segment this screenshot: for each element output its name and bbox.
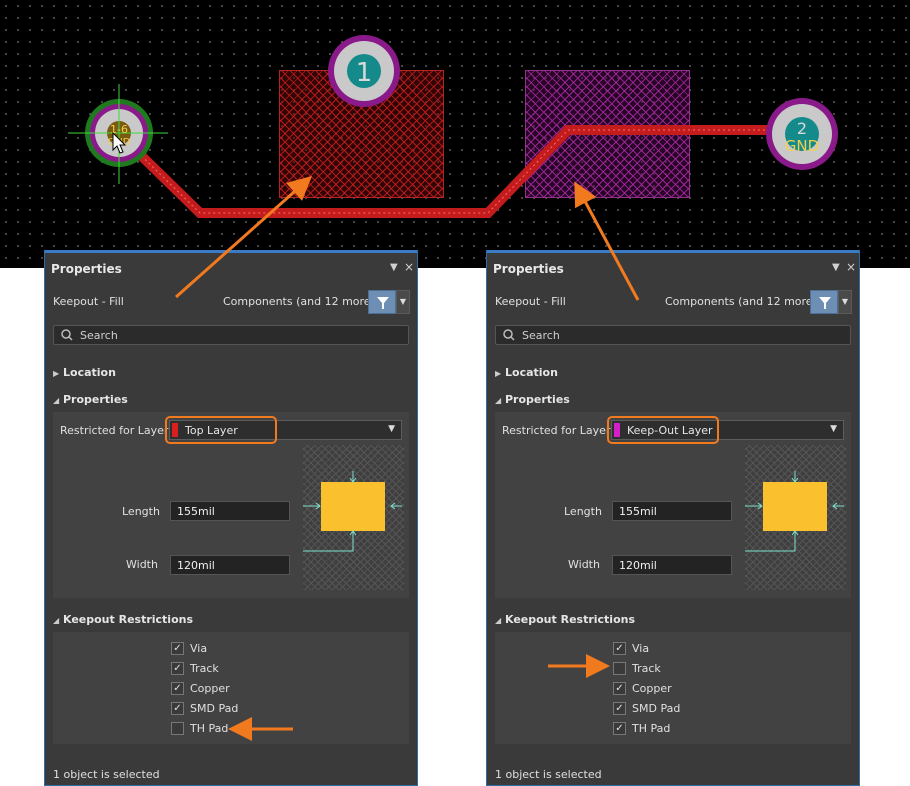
checkbox-th-pad[interactable]: ✓	[613, 722, 626, 735]
checkmark-icon: ✓	[615, 683, 624, 694]
track-red-hatch	[119, 129, 780, 214]
panel-title-bar: Properties ▼ ×	[45, 250, 417, 286]
length-label: Length	[564, 505, 602, 518]
checkbox-smd-pad[interactable]: ✓	[613, 702, 626, 715]
checkbox-via[interactable]: ✓	[171, 642, 184, 655]
checkmark-icon: ✓	[173, 643, 182, 654]
pcb-graphics: 1-6 GND 1 2 GND	[68, 35, 838, 218]
checkbox-label: Track	[632, 662, 661, 675]
checkbox-track[interactable]	[613, 662, 626, 675]
close-icon[interactable]: ×	[404, 260, 414, 274]
checkmark-icon: ✓	[173, 683, 182, 694]
caret-down-icon: ◢	[495, 396, 502, 405]
checkbox-copper[interactable]: ✓	[613, 682, 626, 695]
checkbox-label: Via	[632, 642, 650, 655]
checkbox-label: Copper	[632, 682, 672, 695]
caret-down-icon: ◢	[495, 616, 502, 625]
panel-menu-icon[interactable]: ▼	[832, 262, 840, 273]
section-keepout-restrictions[interactable]: ◢ Keepout Restrictions	[495, 613, 635, 626]
properties-panel-right: Properties ▼ × Keepout - Fill Components…	[486, 250, 860, 786]
filter-button[interactable]	[368, 290, 396, 314]
pad-1-number: 1	[356, 58, 373, 88]
checkbox-copper[interactable]: ✓	[171, 682, 184, 695]
filter-icon	[377, 297, 389, 309]
restricted-for-layer-label: Restricted for Layer	[60, 424, 169, 437]
caret-down-icon: ◢	[53, 396, 60, 405]
panel-title-bar: Properties ▼ ×	[487, 250, 859, 286]
search-input[interactable]: Search	[495, 325, 851, 345]
search-icon	[503, 329, 515, 341]
checkbox-label: Via	[190, 642, 208, 655]
search-icon	[61, 329, 73, 341]
filter-button[interactable]	[810, 290, 838, 314]
chevron-down-icon: ▼	[830, 424, 837, 434]
pad-2-net: GND	[785, 137, 819, 155]
section-properties[interactable]: ◢ Properties	[495, 393, 570, 406]
filter-dropdown-icon[interactable]: ▼	[396, 290, 410, 314]
checkmark-icon: ✓	[615, 723, 624, 734]
properties-panel-left: Properties ▼ × Keepout - Fill Components…	[44, 250, 418, 786]
checkmark-icon: ✓	[615, 703, 624, 714]
restricted-for-layer-label: Restricted for Layer	[502, 424, 611, 437]
checkbox-label: SMD Pad	[632, 702, 681, 715]
filter-icon	[819, 297, 831, 309]
panel-title: Properties	[493, 262, 564, 276]
search-placeholder: Search	[522, 329, 560, 342]
checkmark-icon: ✓	[173, 703, 182, 714]
filter-dropdown-icon[interactable]: ▼	[838, 290, 852, 314]
search-placeholder: Search	[80, 329, 118, 342]
panel-menu-icon[interactable]: ▼	[390, 262, 398, 273]
width-label: Width	[126, 558, 158, 571]
status-text: 1 object is selected	[53, 768, 160, 781]
section-location[interactable]: ▶ Location	[495, 366, 558, 379]
restrictions-group	[53, 632, 409, 744]
checkbox-label: Copper	[190, 682, 230, 695]
length-label: Length	[122, 505, 160, 518]
section-location[interactable]: ▶ Location	[53, 366, 116, 379]
length-field[interactable]: 155mil	[612, 501, 732, 521]
checkbox-th-pad[interactable]	[171, 722, 184, 735]
pad-2-number: 2	[797, 119, 807, 138]
caret-down-icon: ◢	[53, 616, 60, 625]
width-field[interactable]: 120mil	[612, 555, 732, 575]
object-type-label: Keepout - Fill	[495, 295, 566, 308]
caret-right-icon: ▶	[495, 369, 502, 378]
dimension-arrows-icon	[303, 471, 402, 552]
checkbox-label: TH Pad	[632, 722, 671, 735]
orange-highlight-box	[607, 416, 719, 444]
object-type-label: Keepout - Fill	[53, 295, 124, 308]
width-field[interactable]: 120mil	[170, 555, 290, 575]
checkbox-via[interactable]: ✓	[613, 642, 626, 655]
section-keepout-restrictions[interactable]: ◢ Keepout Restrictions	[53, 613, 193, 626]
checkmark-icon: ✓	[615, 643, 624, 654]
length-field[interactable]: 155mil	[170, 501, 290, 521]
size-diagram	[303, 445, 404, 590]
close-icon[interactable]: ×	[846, 260, 856, 274]
chevron-down-icon: ▼	[388, 424, 395, 434]
restrictions-group	[495, 632, 851, 744]
filter-label: Components (and 12 more)	[223, 295, 375, 308]
checkbox-label: TH Pad	[190, 722, 229, 735]
caret-right-icon: ▶	[53, 369, 60, 378]
checkmark-icon: ✓	[173, 663, 182, 674]
checkbox-smd-pad[interactable]: ✓	[171, 702, 184, 715]
dimension-arrows-icon	[745, 471, 844, 552]
orange-highlight-box	[165, 416, 277, 444]
section-properties[interactable]: ◢ Properties	[53, 393, 128, 406]
checkbox-label: Track	[190, 662, 219, 675]
panel-title: Properties	[51, 262, 122, 276]
checkbox-label: SMD Pad	[190, 702, 239, 715]
filter-label: Components (and 12 more)	[665, 295, 817, 308]
width-label: Width	[568, 558, 600, 571]
search-input[interactable]: Search	[53, 325, 409, 345]
checkbox-track[interactable]: ✓	[171, 662, 184, 675]
track-red	[116, 125, 780, 218]
size-diagram	[745, 445, 846, 590]
status-text: 1 object is selected	[495, 768, 602, 781]
